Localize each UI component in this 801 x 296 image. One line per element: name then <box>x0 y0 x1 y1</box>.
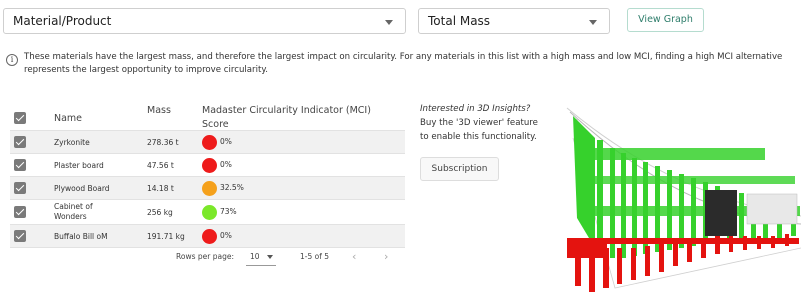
table-row[interactable]: Zyrkonite 278.36 t 0% <box>10 131 405 153</box>
promo-text-line2: to enable this functionality. <box>420 132 537 142</box>
select-all-checkbox[interactable] <box>14 112 26 124</box>
row-score: 0% <box>220 231 232 240</box>
row-mass: 191.71 kg <box>147 232 185 241</box>
row-checkbox[interactable] <box>14 136 26 148</box>
row-mass: 47.56 t <box>147 161 174 170</box>
chevron-down-icon <box>589 20 597 25</box>
promo-heading: Interested in 3D Insights? <box>420 104 531 114</box>
row-checkbox[interactable] <box>14 159 26 171</box>
mci-score-dot <box>202 181 217 196</box>
row-name: Buffalo Bill oM <box>54 232 108 241</box>
metric-select-value: Total Mass <box>428 14 491 28</box>
row-name: Zyrkonite <box>54 138 90 147</box>
row-mass: 14.18 t <box>147 184 174 193</box>
row-score: 32.5% <box>220 183 244 192</box>
rows-per-page-label: Rows per page: <box>176 252 234 261</box>
column-header-mass: Mass <box>147 105 171 116</box>
table-header: Name Mass Madaster Circularity Indicator… <box>10 104 405 130</box>
chevron-left-icon[interactable]: ‹ <box>352 250 356 263</box>
row-score: 0% <box>220 160 232 169</box>
row-name: Plaster board <box>54 161 104 170</box>
table-row[interactable]: Plywood Board 14.18 t 32.5% <box>10 177 405 199</box>
subscription-button[interactable]: Subscription <box>420 157 499 181</box>
chevron-down-icon <box>385 20 393 25</box>
column-header-mci: Madaster Circularity Indicator (MCI) <box>202 105 371 116</box>
category-select-value: Material/Product <box>13 14 112 28</box>
row-name: Plywood Board <box>54 184 110 193</box>
view-graph-button[interactable]: View Graph <box>627 8 704 32</box>
row-checkbox[interactable] <box>14 230 26 242</box>
row-mass: 278.36 t <box>147 138 179 147</box>
info-icon: i <box>6 54 18 66</box>
chevron-right-icon[interactable]: › <box>384 250 388 263</box>
row-checkbox[interactable] <box>14 206 26 218</box>
row-checkbox[interactable] <box>14 182 26 194</box>
info-text: These materials have the largest mass, a… <box>24 52 783 75</box>
row-name: Cabinet of Wonders <box>54 202 93 221</box>
mci-score-dot <box>202 135 217 150</box>
pagination-range: 1-5 of 5 <box>300 252 330 261</box>
table-row[interactable]: Buffalo Bill oM 191.71 kg 0% <box>10 225 405 247</box>
metric-select[interactable]: Total Mass <box>418 8 610 34</box>
row-score: 73% <box>220 207 237 216</box>
column-header-name: Name <box>54 113 83 124</box>
chevron-down-icon[interactable] <box>267 255 273 259</box>
row-mass: 256 kg <box>147 208 173 217</box>
category-select[interactable]: Material/Product <box>3 8 406 34</box>
mci-score-dot <box>202 158 217 173</box>
promo-text-line1: Buy the '3D viewer' feature <box>420 118 538 128</box>
mci-score-dot <box>202 205 217 220</box>
table-row[interactable]: Plaster board 47.56 t 0% <box>10 154 405 176</box>
mci-score-dot <box>202 229 217 244</box>
building-3d-model-icon <box>555 98 801 296</box>
rows-per-page-select[interactable]: 10 <box>250 252 260 261</box>
column-header-score: Score <box>202 119 229 130</box>
table-row[interactable]: Cabinet of Wonders 256 kg 73% <box>10 200 405 224</box>
row-score: 0% <box>220 137 232 146</box>
